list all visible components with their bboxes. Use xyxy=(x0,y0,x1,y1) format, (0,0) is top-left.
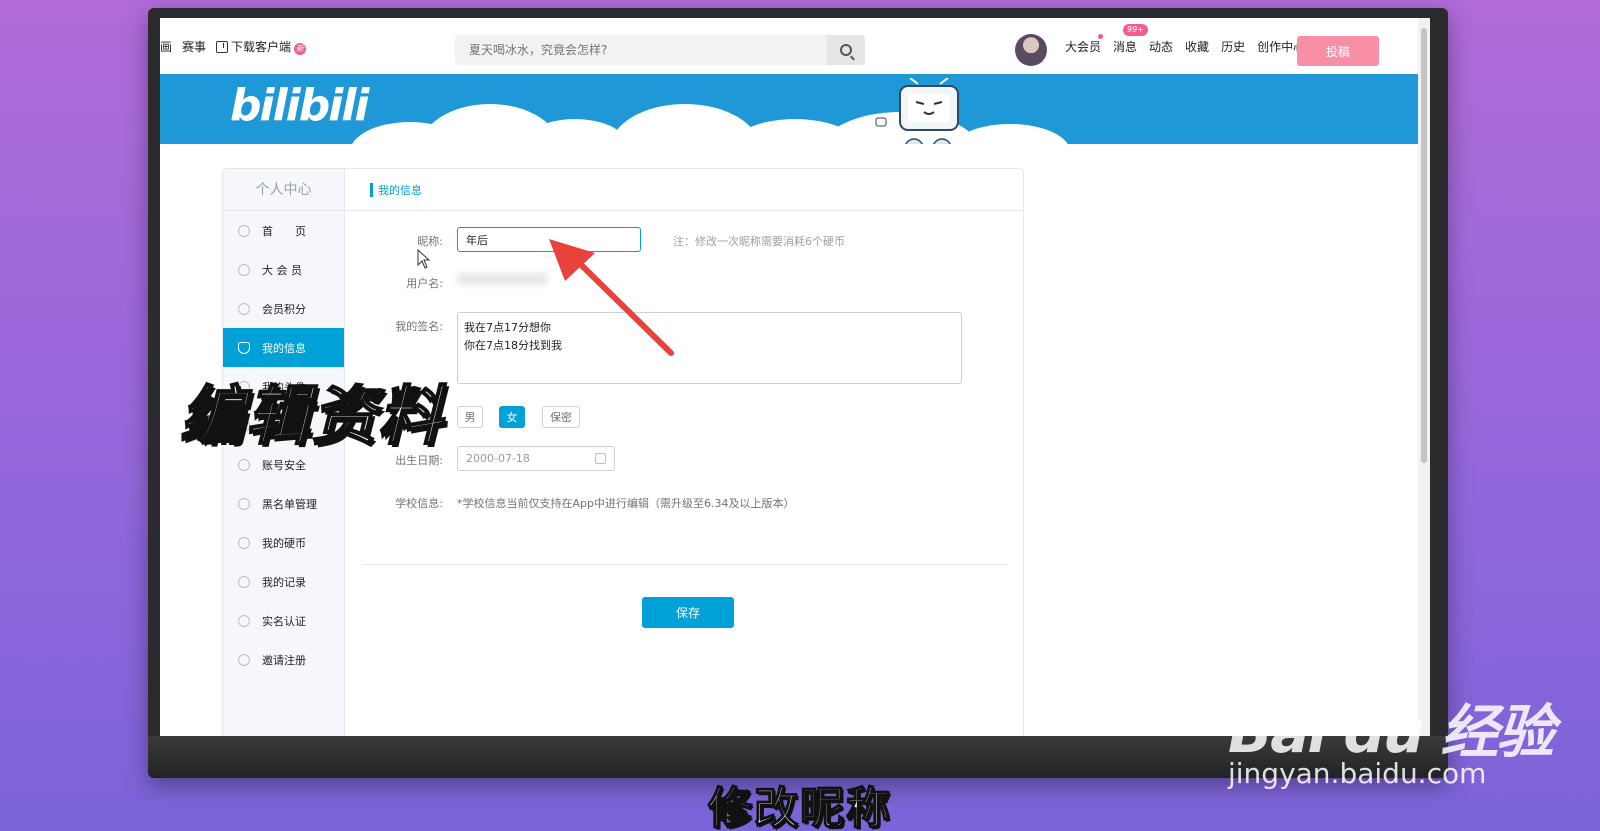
sidebar-item-label: 实名认证 xyxy=(262,614,306,628)
content-title: 我的信息 xyxy=(378,183,422,197)
nav-item-vip[interactable]: 大会员 xyxy=(1065,33,1104,55)
nav-item-messages[interactable]: 99+ 消息 xyxy=(1113,23,1148,55)
blacklist-icon xyxy=(238,497,250,510)
coin-icon xyxy=(238,536,250,549)
school-info-text: *学校信息当前仅支持在App中进行编辑（需升级至6.34及以上版本） xyxy=(457,497,795,510)
points-icon xyxy=(238,302,250,315)
sidebar-item-label: 我的硬币 xyxy=(262,536,306,550)
shield-icon xyxy=(238,458,250,471)
paw-icon xyxy=(1364,663,1378,679)
nav-item-download[interactable]: 下载客户端新 xyxy=(216,38,307,55)
sidebar-item-vip[interactable]: 大 会 员 xyxy=(223,250,344,289)
signature-label: 我的签名: xyxy=(395,320,443,333)
header-banner: bilibili xyxy=(160,74,1418,144)
vip-dot xyxy=(1098,33,1104,39)
top-nav-left: 画 赛事 下载客户端新 xyxy=(160,38,307,55)
mouse-cursor-icon xyxy=(417,249,431,269)
avatar[interactable] xyxy=(1015,34,1047,66)
sidebar-item-label: 账号安全 xyxy=(262,458,306,472)
sidebar-item-records[interactable]: 我的记录 xyxy=(223,562,344,601)
overlay-title: 编辑资料 xyxy=(179,379,444,455)
nav-item-favorites[interactable]: 收藏 xyxy=(1185,38,1209,55)
sidebar-title: 个人中心 xyxy=(223,169,344,211)
content-header: 我的信息 xyxy=(346,169,1023,211)
bilibili-logo[interactable]: bilibili xyxy=(230,80,369,131)
sidebar-item-real-name[interactable]: 实名认证 xyxy=(223,601,344,640)
sidebar-item-label: 我的信息 xyxy=(262,341,306,355)
search-input[interactable] xyxy=(455,35,827,65)
sidebar-item-my-info[interactable]: 我的信息 xyxy=(223,328,344,367)
username-value-blurred xyxy=(457,273,547,285)
username-label: 用户名: xyxy=(406,277,443,290)
video-caption: 修改昵称 xyxy=(707,782,892,831)
nav-item-history[interactable]: 历史 xyxy=(1221,38,1245,55)
signature-line: 我在7点17分想你 xyxy=(464,321,551,334)
sidebar-item-label: 首 页 xyxy=(262,224,306,238)
nav-item-matches[interactable]: 赛事 xyxy=(182,38,206,55)
paw-icon xyxy=(1382,669,1396,685)
vip-icon xyxy=(238,263,250,276)
record-icon xyxy=(238,575,250,588)
search-button[interactable] xyxy=(827,35,865,65)
nickname-label: 昵称: xyxy=(417,235,443,248)
sidebar-item-coins[interactable]: 我的硬币 xyxy=(223,523,344,562)
download-badge: 新 xyxy=(294,42,307,55)
sidebar-item-home[interactable]: 首 页 xyxy=(223,211,344,250)
sidebar-item-label: 邀请注册 xyxy=(262,653,306,667)
sidebar-item-label: 大 会 员 xyxy=(262,263,302,277)
sex-male-button[interactable]: 男 xyxy=(457,406,483,428)
paw-icon xyxy=(1346,669,1360,685)
sex-female-button[interactable]: 女 xyxy=(499,406,525,428)
scrollbar-thumb[interactable] xyxy=(1421,28,1427,463)
sidebar-item-label: 黑名单管理 xyxy=(262,497,317,511)
birthday-value: 2000-07-18 xyxy=(466,452,530,465)
sex-secret-button[interactable]: 保密 xyxy=(542,406,580,428)
download-icon xyxy=(216,40,229,53)
nav-item-messages-label: 消息 xyxy=(1113,39,1138,54)
red-arrow-annotation xyxy=(549,239,674,356)
tv-mascot-icon xyxy=(875,78,959,144)
top-nav-right: 大会员 99+ 消息 动态 收藏 历史 创作中心 xyxy=(1065,18,1305,74)
user-icon xyxy=(238,341,250,354)
top-nav: 画 赛事 下载客户端新 大会员 99+消息 动态 收藏 历史 创作中心 xyxy=(160,18,1418,74)
save-button[interactable]: 保存 xyxy=(642,597,734,628)
message-badge: 99+ xyxy=(1123,23,1148,36)
header-accent-bar xyxy=(370,182,373,197)
nav-item-draw[interactable]: 画 xyxy=(160,38,172,55)
home-icon xyxy=(238,224,250,237)
upload-button[interactable]: 投稿 xyxy=(1297,36,1379,66)
sidebar-item-points[interactable]: 会员积分 xyxy=(223,289,344,328)
calendar-icon xyxy=(595,453,606,464)
baidu-watermark: Bai du 经验 jingyan.baidu.com xyxy=(1228,663,1554,790)
search-icon xyxy=(840,44,852,56)
download-label: 下载客户端 xyxy=(231,39,292,54)
sidebar-item-label: 我的记录 xyxy=(262,575,306,589)
school-label: 学校信息: xyxy=(395,497,443,510)
search-bar xyxy=(455,35,865,65)
signature-textarea[interactable]: 我在7点17分想你 你在7点18分找到我 xyxy=(457,312,962,384)
sidebar-item-invite[interactable]: 邀请注册 xyxy=(223,640,344,679)
watermark-url: jingyan.baidu.com xyxy=(1228,757,1487,790)
invite-icon xyxy=(238,653,250,666)
nav-item-vip-label: 大会员 xyxy=(1065,39,1102,54)
signature-line: 你在7点18分找到我 xyxy=(464,339,562,352)
sidebar-item-label: 会员积分 xyxy=(262,302,306,316)
nickname-note: 注：修改一次昵称需要消耗6个硬币 xyxy=(673,235,845,248)
id-card-icon xyxy=(238,614,250,627)
page-scrollbar[interactable] xyxy=(1418,18,1430,736)
nav-item-dynamics[interactable]: 动态 xyxy=(1149,38,1173,55)
form-divider xyxy=(363,564,1008,565)
birthday-input[interactable]: 2000-07-18 xyxy=(457,446,615,471)
sidebar-item-blacklist[interactable]: 黑名单管理 xyxy=(223,484,344,523)
